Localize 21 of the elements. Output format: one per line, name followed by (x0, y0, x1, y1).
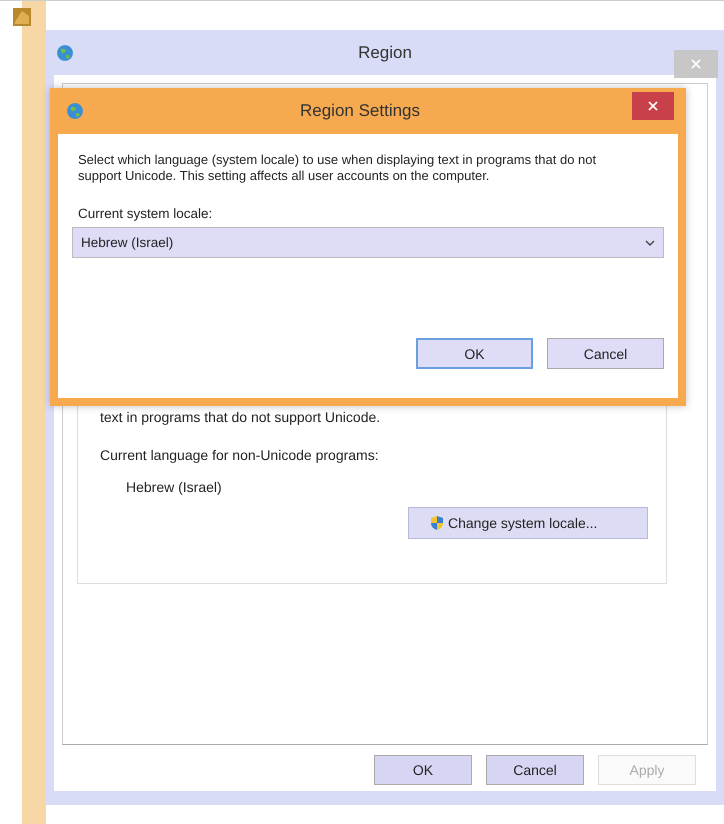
locale-label: Current system locale: (78, 206, 214, 221)
current-language-label: Current language for non-Unicode programs: (100, 447, 380, 463)
dialog-button[interactable]: Cancel (486, 755, 584, 785)
description-text: text in programs that do not support Unicode. (100, 409, 382, 425)
window-title: Region (357, 42, 413, 62)
close-icon (648, 101, 658, 111)
app-icon (12, 7, 32, 27)
description-text: Select which language (system locale) to use when displaying text in programs that do not support Unicode. This setting affects all user accounts on the computer. (78, 152, 598, 184)
dialog-button[interactable]: OK (416, 338, 533, 369)
globe-icon (66, 102, 84, 120)
change-system-locale-button[interactable]: Change system locale... (408, 507, 648, 539)
shield-icon (429, 515, 445, 531)
chevron-down-icon (645, 240, 655, 246)
globe-icon (56, 44, 74, 62)
dialog-button[interactable]: OK (374, 755, 472, 785)
close-button[interactable] (632, 92, 674, 120)
dialog-button[interactable]: Cancel (547, 338, 664, 369)
current-language-value: Hebrew (Israel) (126, 479, 223, 495)
locale-dropdown[interactable]: Hebrew (Israel) (72, 227, 664, 258)
dialog-title: Region Settings (298, 101, 422, 121)
close-icon (691, 59, 701, 69)
